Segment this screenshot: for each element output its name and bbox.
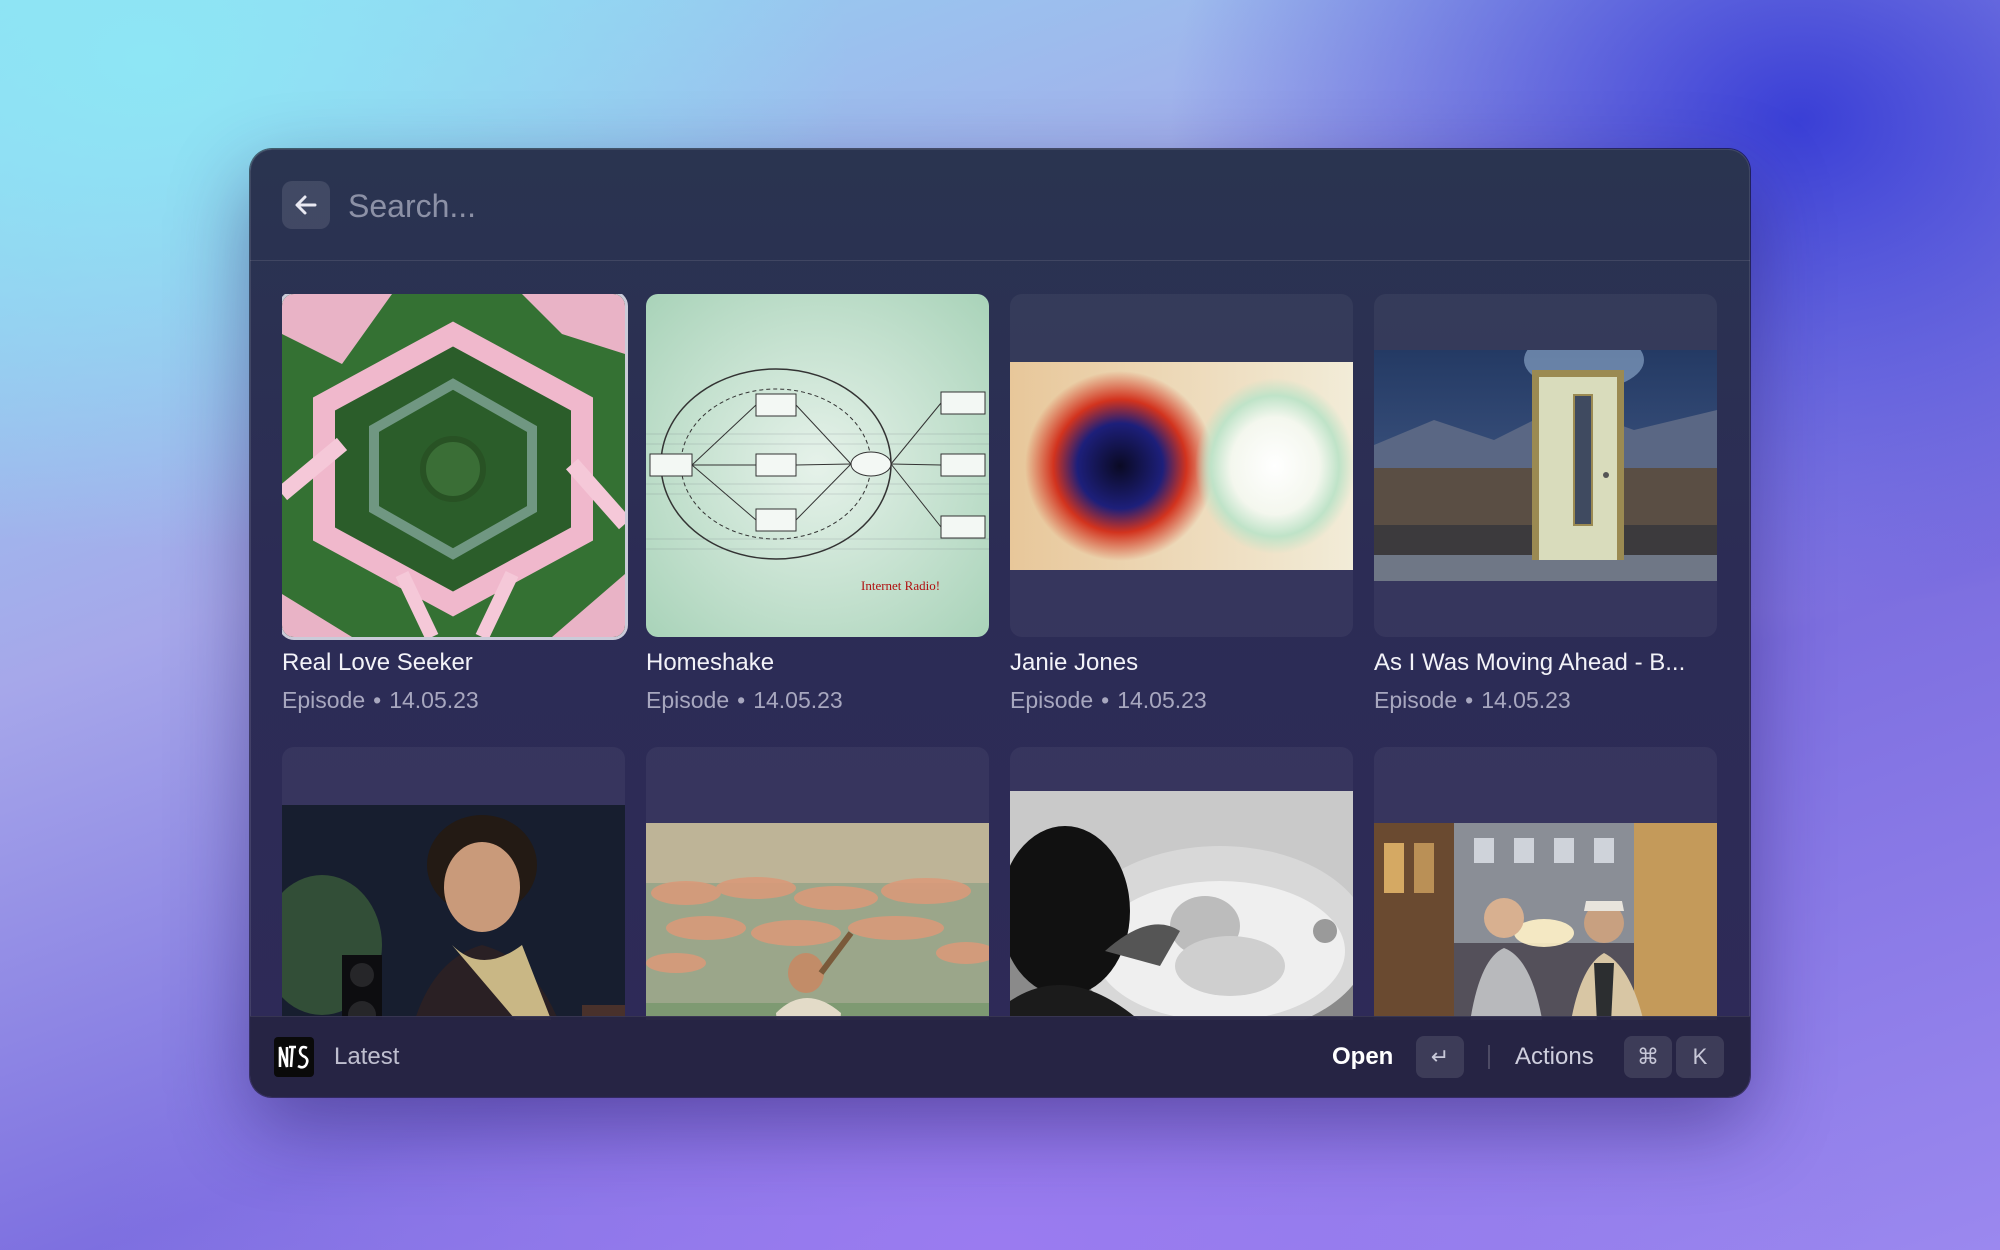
search-bar xyxy=(250,149,1750,261)
actions-button[interactable]: Actions xyxy=(1515,1017,1594,1097)
item-title: As I Was Moving Ahead - B... xyxy=(1374,649,1686,676)
artwork-desert-door xyxy=(1374,350,1717,581)
item-title: Real Love Seeker xyxy=(282,649,473,676)
thumbnail[interactable]: Internet Radio! xyxy=(646,294,989,637)
item-meta: Episode • 14.05.23 xyxy=(282,687,479,713)
grid-item[interactable] xyxy=(1374,747,1717,1020)
artwork-gradient-blur xyxy=(1010,362,1353,570)
thumbnail[interactable] xyxy=(646,747,989,1020)
item-title: Homeshake xyxy=(646,649,775,676)
command-key-icon: ⌘ xyxy=(1624,1036,1672,1078)
grid-item[interactable] xyxy=(646,747,989,1020)
launcher-window: Real Love Seeker Episode•14.05.23 xyxy=(250,149,1750,1097)
thumbnail[interactable] xyxy=(1010,747,1353,1020)
artwork-fresco xyxy=(646,823,989,1020)
action-bar: Latest Open ↵ Actions ⌘ K xyxy=(250,1016,1750,1097)
item-meta: Episode • 14.05.23 xyxy=(1374,687,1571,713)
open-action-button[interactable]: Open xyxy=(1332,1017,1393,1097)
item-meta: Episode • 14.05.23 xyxy=(646,687,843,713)
grid-item[interactable]: As I Was Moving Ahead - B... Episode • 14.… xyxy=(1374,294,1717,715)
grid-item[interactable]: Janie Jones Episode • 14.05.23 xyxy=(1010,294,1353,715)
nts-logo xyxy=(274,1037,314,1077)
grid-item[interactable]: Real Love Seeker Episode • 14.05.23 xyxy=(282,294,625,715)
return-key-icon: ↵ xyxy=(1416,1036,1464,1078)
item-title: Janie Jones xyxy=(1010,649,1139,676)
artwork-bw-photo xyxy=(1010,791,1353,1020)
thumbnail[interactable] xyxy=(282,747,625,1020)
artwork-street-photo xyxy=(1374,823,1717,1020)
thumbnail[interactable] xyxy=(1010,294,1353,637)
artwork-portrait-woman xyxy=(282,805,625,1020)
episode-grid: Real Love Seeker Episode • 14.05.23 Inte… xyxy=(282,294,1718,1020)
artwork-diagram: Internet Radio! xyxy=(646,294,989,637)
grid-item[interactable]: Internet Radio! Homeshake Episode • 14.05.… xyxy=(646,294,989,715)
item-meta: Episode • 14.05.23 xyxy=(1010,687,1207,713)
footer-title: Latest xyxy=(334,1043,400,1070)
grid-item[interactable] xyxy=(282,747,625,1020)
thumbnail[interactable] xyxy=(1374,294,1717,637)
back-button[interactable] xyxy=(282,181,330,229)
thumbnail[interactable] xyxy=(1374,747,1717,1020)
nts-logo-glyph xyxy=(278,1045,309,1069)
art-caption: Internet Radio! xyxy=(861,578,940,593)
arrow-left-icon xyxy=(295,195,317,215)
divider xyxy=(1488,1045,1490,1069)
grid-item[interactable] xyxy=(1010,747,1353,1020)
search-input[interactable] xyxy=(346,175,1710,237)
k-key: K xyxy=(1676,1036,1724,1078)
thumbnail[interactable] xyxy=(282,294,625,637)
artwork-kaleidoscope xyxy=(282,294,625,637)
